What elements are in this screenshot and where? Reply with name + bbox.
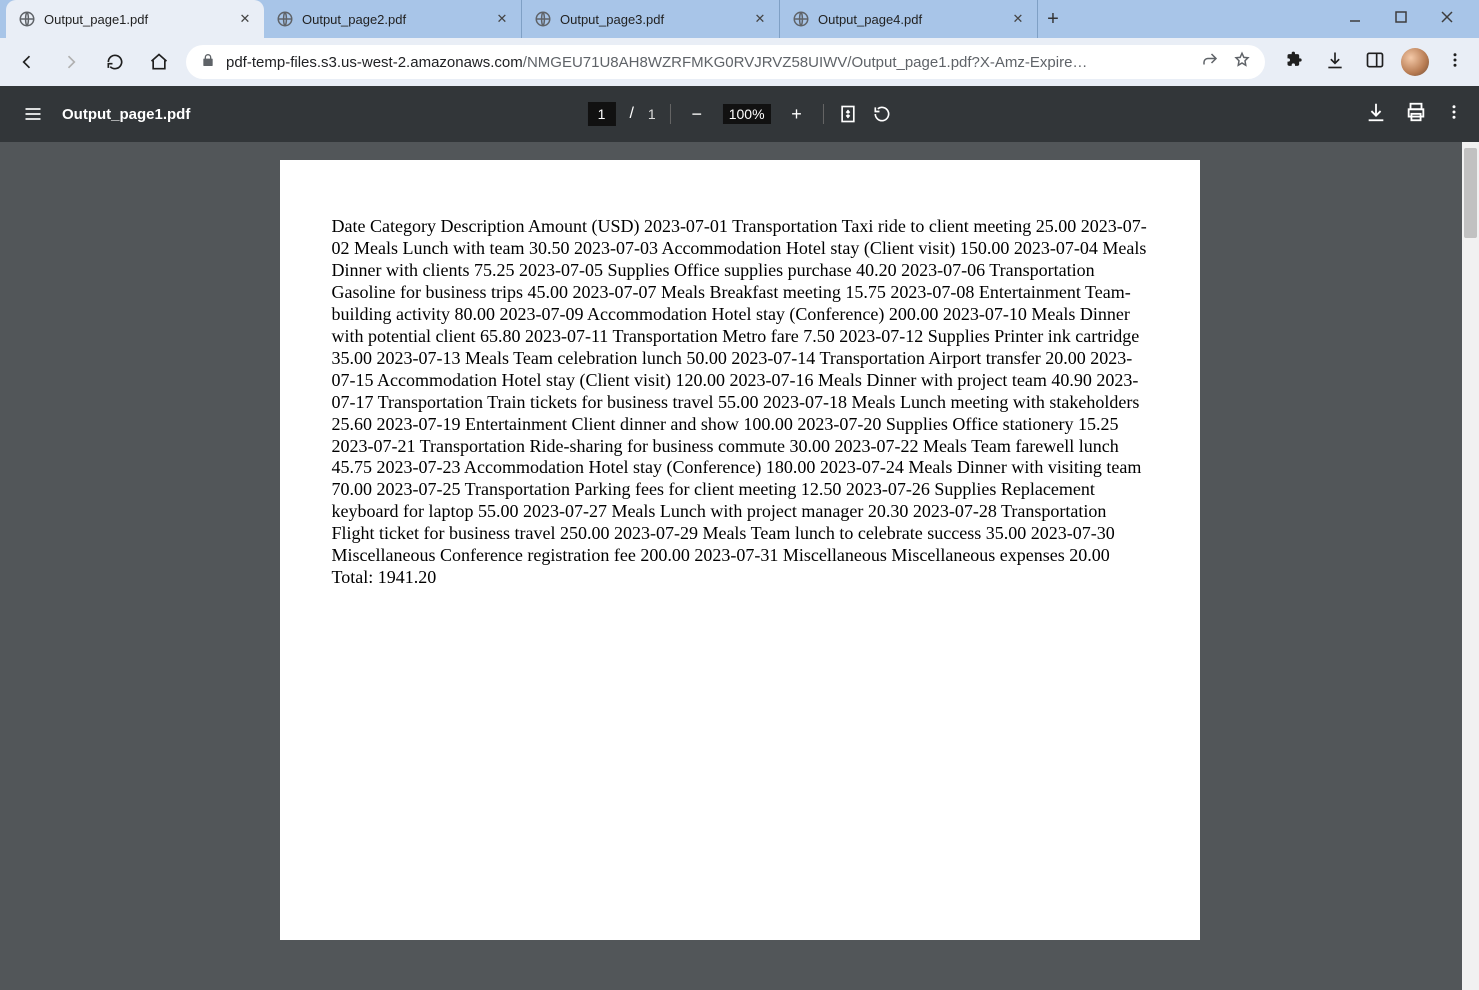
- rotate-icon[interactable]: [872, 104, 892, 124]
- zoom-level[interactable]: 100%: [723, 104, 771, 124]
- avatar[interactable]: [1401, 48, 1429, 76]
- tab-1[interactable]: Output_page1.pdf ✕: [6, 0, 264, 38]
- url-text: pdf-temp-files.s3.us-west-2.amazonaws.co…: [226, 54, 1191, 71]
- toolbar-actions: [1281, 48, 1469, 76]
- share-icon[interactable]: [1201, 51, 1219, 73]
- tab-label: Output_page4.pdf: [818, 12, 1003, 27]
- globe-icon: [276, 10, 294, 28]
- close-icon[interactable]: ✕: [1011, 11, 1025, 27]
- document-title: Output_page1.pdf: [62, 106, 190, 123]
- pdf-page: Date Category Description Amount (USD) 2…: [280, 160, 1200, 940]
- tab-3[interactable]: Output_page3.pdf ✕: [522, 0, 780, 38]
- extensions-icon[interactable]: [1281, 50, 1309, 75]
- fit-to-page-icon[interactable]: [838, 104, 858, 124]
- minimize-icon[interactable]: [1337, 10, 1373, 29]
- url-path: /NMGEU71U8AH8WZRFMKG0RVJRVZ58UIWV/Output…: [523, 54, 1088, 71]
- print-icon[interactable]: [1405, 101, 1427, 128]
- tab-2[interactable]: Output_page2.pdf ✕: [264, 0, 522, 38]
- tab-label: Output_page2.pdf: [302, 12, 487, 27]
- globe-icon: [534, 10, 552, 28]
- page-total: 1: [648, 106, 656, 122]
- omnibox-actions: [1201, 51, 1251, 73]
- browser-toolbar: pdf-temp-files.s3.us-west-2.amazonaws.co…: [0, 38, 1479, 86]
- scrollbar-thumb[interactable]: [1464, 148, 1477, 238]
- pdf-kebab-icon[interactable]: [1445, 103, 1463, 126]
- maximize-icon[interactable]: [1383, 10, 1419, 29]
- zoom-out-button[interactable]: −: [685, 104, 709, 125]
- close-icon[interactable]: ✕: [753, 11, 767, 27]
- close-icon[interactable]: ✕: [495, 11, 509, 27]
- vertical-scrollbar[interactable]: [1462, 142, 1479, 990]
- tab-strip: Output_page1.pdf ✕ Output_page2.pdf ✕ Ou…: [0, 0, 1479, 38]
- downloads-icon[interactable]: [1321, 50, 1349, 75]
- tab-label: Output_page1.pdf: [44, 12, 230, 27]
- kebab-menu-icon[interactable]: [1441, 51, 1469, 74]
- hamburger-icon[interactable]: [16, 97, 50, 131]
- close-icon[interactable]: ✕: [238, 11, 252, 27]
- divider: [670, 104, 671, 124]
- tab-4[interactable]: Output_page4.pdf ✕: [780, 0, 1038, 38]
- pdf-center-controls: 1 / 1 − 100% +: [587, 102, 891, 126]
- side-panel-icon[interactable]: [1361, 50, 1389, 75]
- home-button[interactable]: [142, 45, 176, 79]
- globe-icon: [792, 10, 810, 28]
- close-window-icon[interactable]: [1429, 10, 1465, 29]
- pdf-toolbar: Output_page1.pdf 1 / 1 − 100% +: [0, 86, 1479, 142]
- pdf-right-controls: [1365, 101, 1463, 128]
- divider: [823, 104, 824, 124]
- page-separator: /: [629, 105, 633, 123]
- pdf-viewport[interactable]: Date Category Description Amount (USD) 2…: [0, 142, 1479, 990]
- back-button[interactable]: [10, 45, 44, 79]
- globe-icon: [18, 10, 36, 28]
- url-host: pdf-temp-files.s3.us-west-2.amazonaws.co…: [226, 54, 523, 71]
- address-bar[interactable]: pdf-temp-files.s3.us-west-2.amazonaws.co…: [186, 45, 1265, 79]
- window-controls: [1337, 0, 1479, 38]
- page-number-input[interactable]: 1: [587, 102, 615, 126]
- zoom-in-button[interactable]: +: [785, 104, 809, 125]
- reload-button[interactable]: [98, 45, 132, 79]
- download-icon[interactable]: [1365, 101, 1387, 128]
- star-icon[interactable]: [1233, 51, 1251, 73]
- document-body: Date Category Description Amount (USD) 2…: [332, 216, 1148, 589]
- tab-label: Output_page3.pdf: [560, 12, 745, 27]
- forward-button[interactable]: [54, 45, 88, 79]
- new-tab-button[interactable]: +: [1038, 0, 1068, 38]
- lock-icon: [200, 52, 216, 72]
